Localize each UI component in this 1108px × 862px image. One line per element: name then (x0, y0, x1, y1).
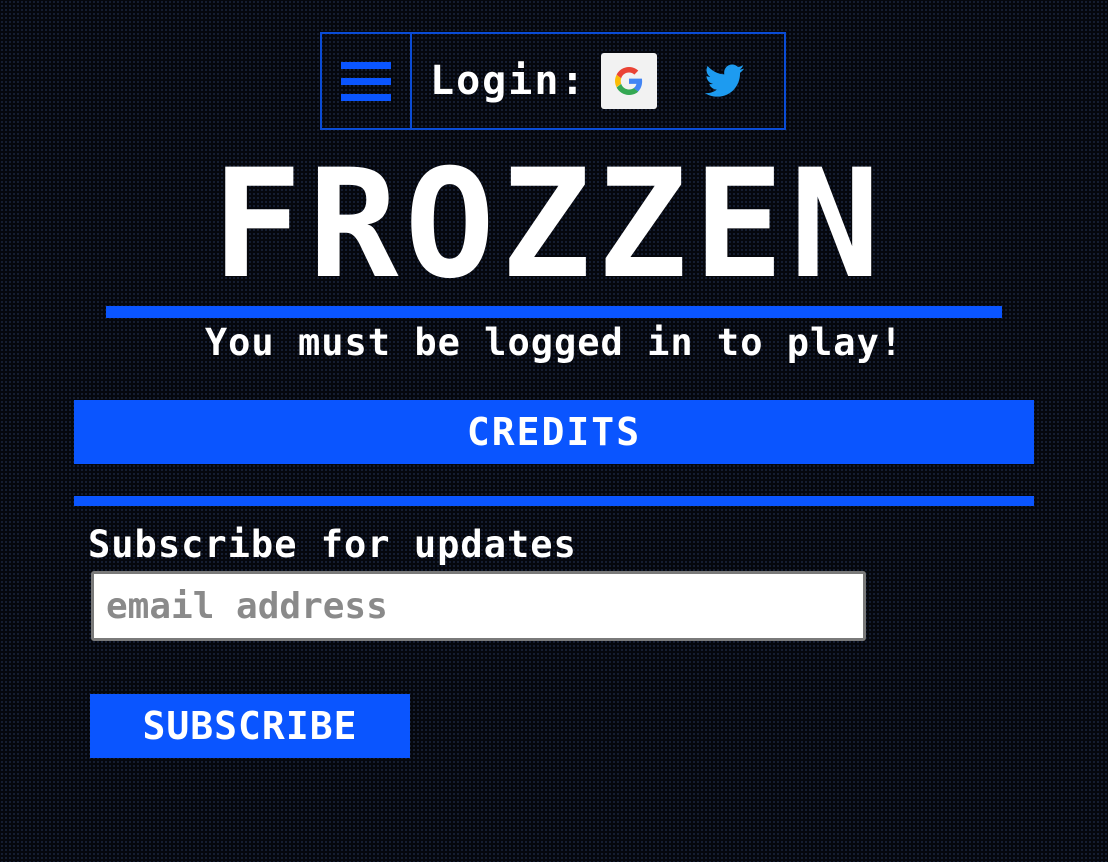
game-title: FROZZEN (211, 138, 887, 312)
subscribe-heading: Subscribe for updates (88, 523, 577, 566)
menu-bar-line (341, 93, 391, 101)
login-area: Login: (412, 34, 784, 128)
section-divider (74, 496, 1034, 506)
title-underline (106, 306, 1002, 318)
top-nav-bar: Login: (320, 32, 786, 130)
hamburger-menu-icon[interactable] (322, 34, 412, 128)
menu-bar-line (341, 77, 391, 85)
email-input[interactable] (91, 571, 866, 641)
menu-bar-line (341, 61, 391, 69)
twitter-icon (704, 64, 744, 97)
google-icon (614, 67, 642, 95)
subscribe-button[interactable]: SUBSCRIBE (90, 694, 410, 758)
credits-button[interactable]: CREDITS (74, 400, 1034, 464)
twitter-login-button[interactable] (703, 59, 747, 103)
login-label: Login: (430, 58, 587, 104)
google-login-button[interactable] (600, 53, 657, 109)
login-required-notice: You must be logged in to play! (204, 321, 904, 364)
